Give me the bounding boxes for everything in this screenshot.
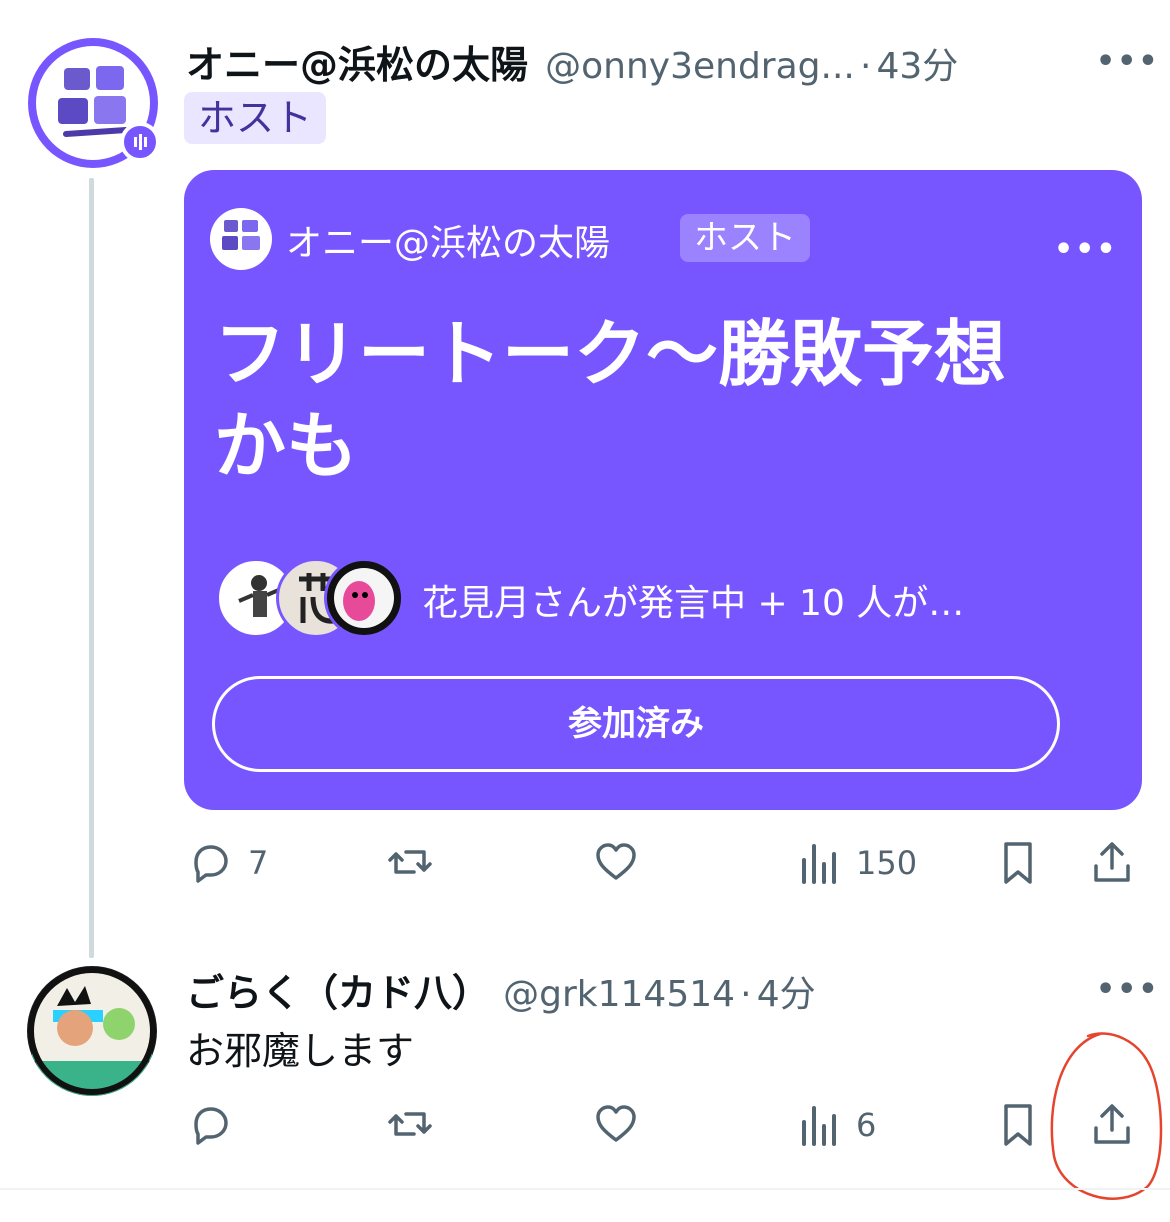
share-icon[interactable] <box>1088 838 1136 886</box>
timestamp[interactable]: 4分 <box>757 974 816 1015</box>
divider <box>0 1188 1170 1190</box>
space-title: フリートーク〜勝敗予想かも <box>214 312 1007 488</box>
join-space-button[interactable]: 参加済み <box>212 676 1060 772</box>
post-header: ごらく（カド八） @grk114514 · 4分 <box>186 962 816 1017</box>
handle[interactable]: @grk114514 <box>503 974 735 1015</box>
reply-count: 7 <box>248 844 269 882</box>
views-count: 6 <box>856 1106 877 1144</box>
views-icon[interactable] <box>796 1100 844 1148</box>
bookmark-icon[interactable] <box>994 838 1042 886</box>
post-header: オニー@浜松の太陽 @onny3endrag... · 43分 <box>186 34 958 89</box>
card-host-badge: ホスト <box>680 214 810 262</box>
speaker-avatar-3 <box>324 558 404 638</box>
post-text: お邪魔します <box>186 1029 415 1073</box>
like-icon[interactable] <box>592 1100 640 1148</box>
like-icon[interactable] <box>592 838 640 886</box>
card-more-icon[interactable]: ••• <box>1054 232 1118 267</box>
separator: · <box>740 974 752 1015</box>
separator: · <box>859 46 872 87</box>
bookmark-icon[interactable] <box>994 1100 1042 1148</box>
thread-connector-line <box>89 178 94 958</box>
space-listeners: 花見月さんが発言中 + 10 人が… <box>422 583 965 624</box>
post-actions: 6 <box>186 1100 1146 1150</box>
repost-icon[interactable] <box>386 1100 434 1148</box>
display-name[interactable]: ごらく（カド八） <box>186 971 490 1015</box>
card-host-name: オニー@浜松の太陽 <box>286 223 611 264</box>
handle[interactable]: @onny3endrag... <box>545 46 855 87</box>
space-live-icon <box>120 122 160 162</box>
avatar[interactable] <box>27 966 157 1096</box>
views-count: 150 <box>856 844 918 882</box>
host-badge: ホスト <box>184 92 327 144</box>
reply-icon[interactable] <box>186 838 234 886</box>
repost-icon[interactable] <box>386 838 434 886</box>
post-actions: 7 150 <box>186 838 1146 888</box>
more-icon[interactable]: ••• <box>1096 44 1160 79</box>
reply-icon[interactable] <box>186 1100 234 1148</box>
timestamp[interactable]: 43分 <box>876 46 958 87</box>
views-icon[interactable] <box>796 838 844 886</box>
avatar[interactable] <box>28 38 160 168</box>
display-name[interactable]: オニー@浜松の太陽 <box>186 43 528 87</box>
more-icon[interactable]: ••• <box>1096 972 1160 1007</box>
card-host-avatar <box>210 208 272 270</box>
